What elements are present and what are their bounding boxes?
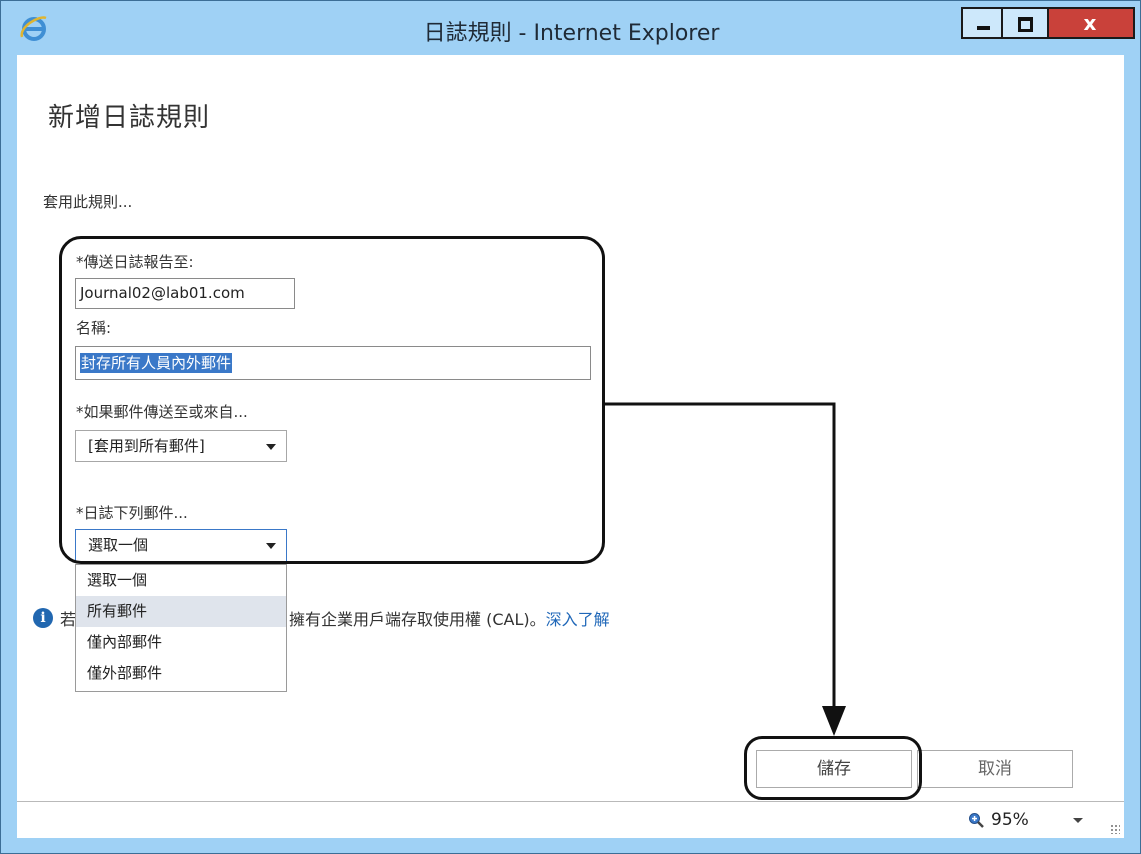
info-text: 擁有企業用戶端存取使用權 (CAL)。深入了解 — [289, 606, 610, 630]
journal-option[interactable]: 所有郵件 — [76, 596, 286, 627]
journal-dropdown[interactable]: 選取一個 — [75, 529, 287, 563]
journal-options-list: 選取一個 所有郵件 僅內部郵件 僅外部郵件 — [75, 564, 287, 692]
maximize-button[interactable] — [1003, 7, 1049, 39]
chevron-down-icon[interactable] — [1073, 818, 1083, 823]
page-title: 新增日誌規則 — [48, 103, 211, 133]
journal-option[interactable]: 僅內部郵件 — [76, 627, 286, 658]
if-sent-value: [套用到所有郵件] — [88, 437, 205, 455]
save-button[interactable]: 儲存 — [756, 750, 912, 788]
chevron-down-icon — [266, 543, 276, 549]
close-button[interactable]: x — [1049, 7, 1135, 39]
send-to-field[interactable]: Journal02@lab01.com — [75, 278, 295, 309]
close-icon: x — [1083, 11, 1097, 35]
resize-grip[interactable] — [1110, 824, 1120, 834]
minimize-button[interactable] — [961, 7, 1003, 39]
send-to-label: *傳送日誌報告至: — [76, 253, 194, 271]
title-bar: 日誌規則 - Internet Explorer x — [1, 1, 1138, 55]
status-bar: 95% — [17, 801, 1124, 838]
info-prefix: 若 — [60, 610, 77, 629]
journal-value: 選取一個 — [88, 536, 149, 554]
if-sent-dropdown[interactable]: [套用到所有郵件] — [75, 430, 287, 462]
name-field[interactable]: 封存所有人員內外郵件 — [75, 346, 591, 380]
learn-more-link[interactable]: 深入了解 — [546, 610, 610, 629]
selected-name-text: 封存所有人員內外郵件 — [80, 353, 233, 373]
cancel-button[interactable]: 取消 — [917, 750, 1073, 788]
if-sent-label: *如果郵件傳送至或來自... — [76, 403, 248, 421]
journal-option[interactable]: 僅外部郵件 — [76, 658, 286, 689]
intro-text: 套用此規則... — [43, 193, 133, 211]
name-label: 名稱: — [76, 319, 112, 337]
info-icon: i — [33, 608, 53, 628]
chevron-down-icon — [266, 444, 276, 450]
info-message: 擁有企業用戶端存取使用權 (CAL)。 — [289, 610, 546, 629]
journal-label: *日誌下列郵件... — [76, 504, 188, 522]
zoom-level[interactable]: 95% — [991, 810, 1029, 830]
journal-option[interactable]: 選取一個 — [76, 565, 286, 596]
zoom-icon — [969, 813, 984, 828]
